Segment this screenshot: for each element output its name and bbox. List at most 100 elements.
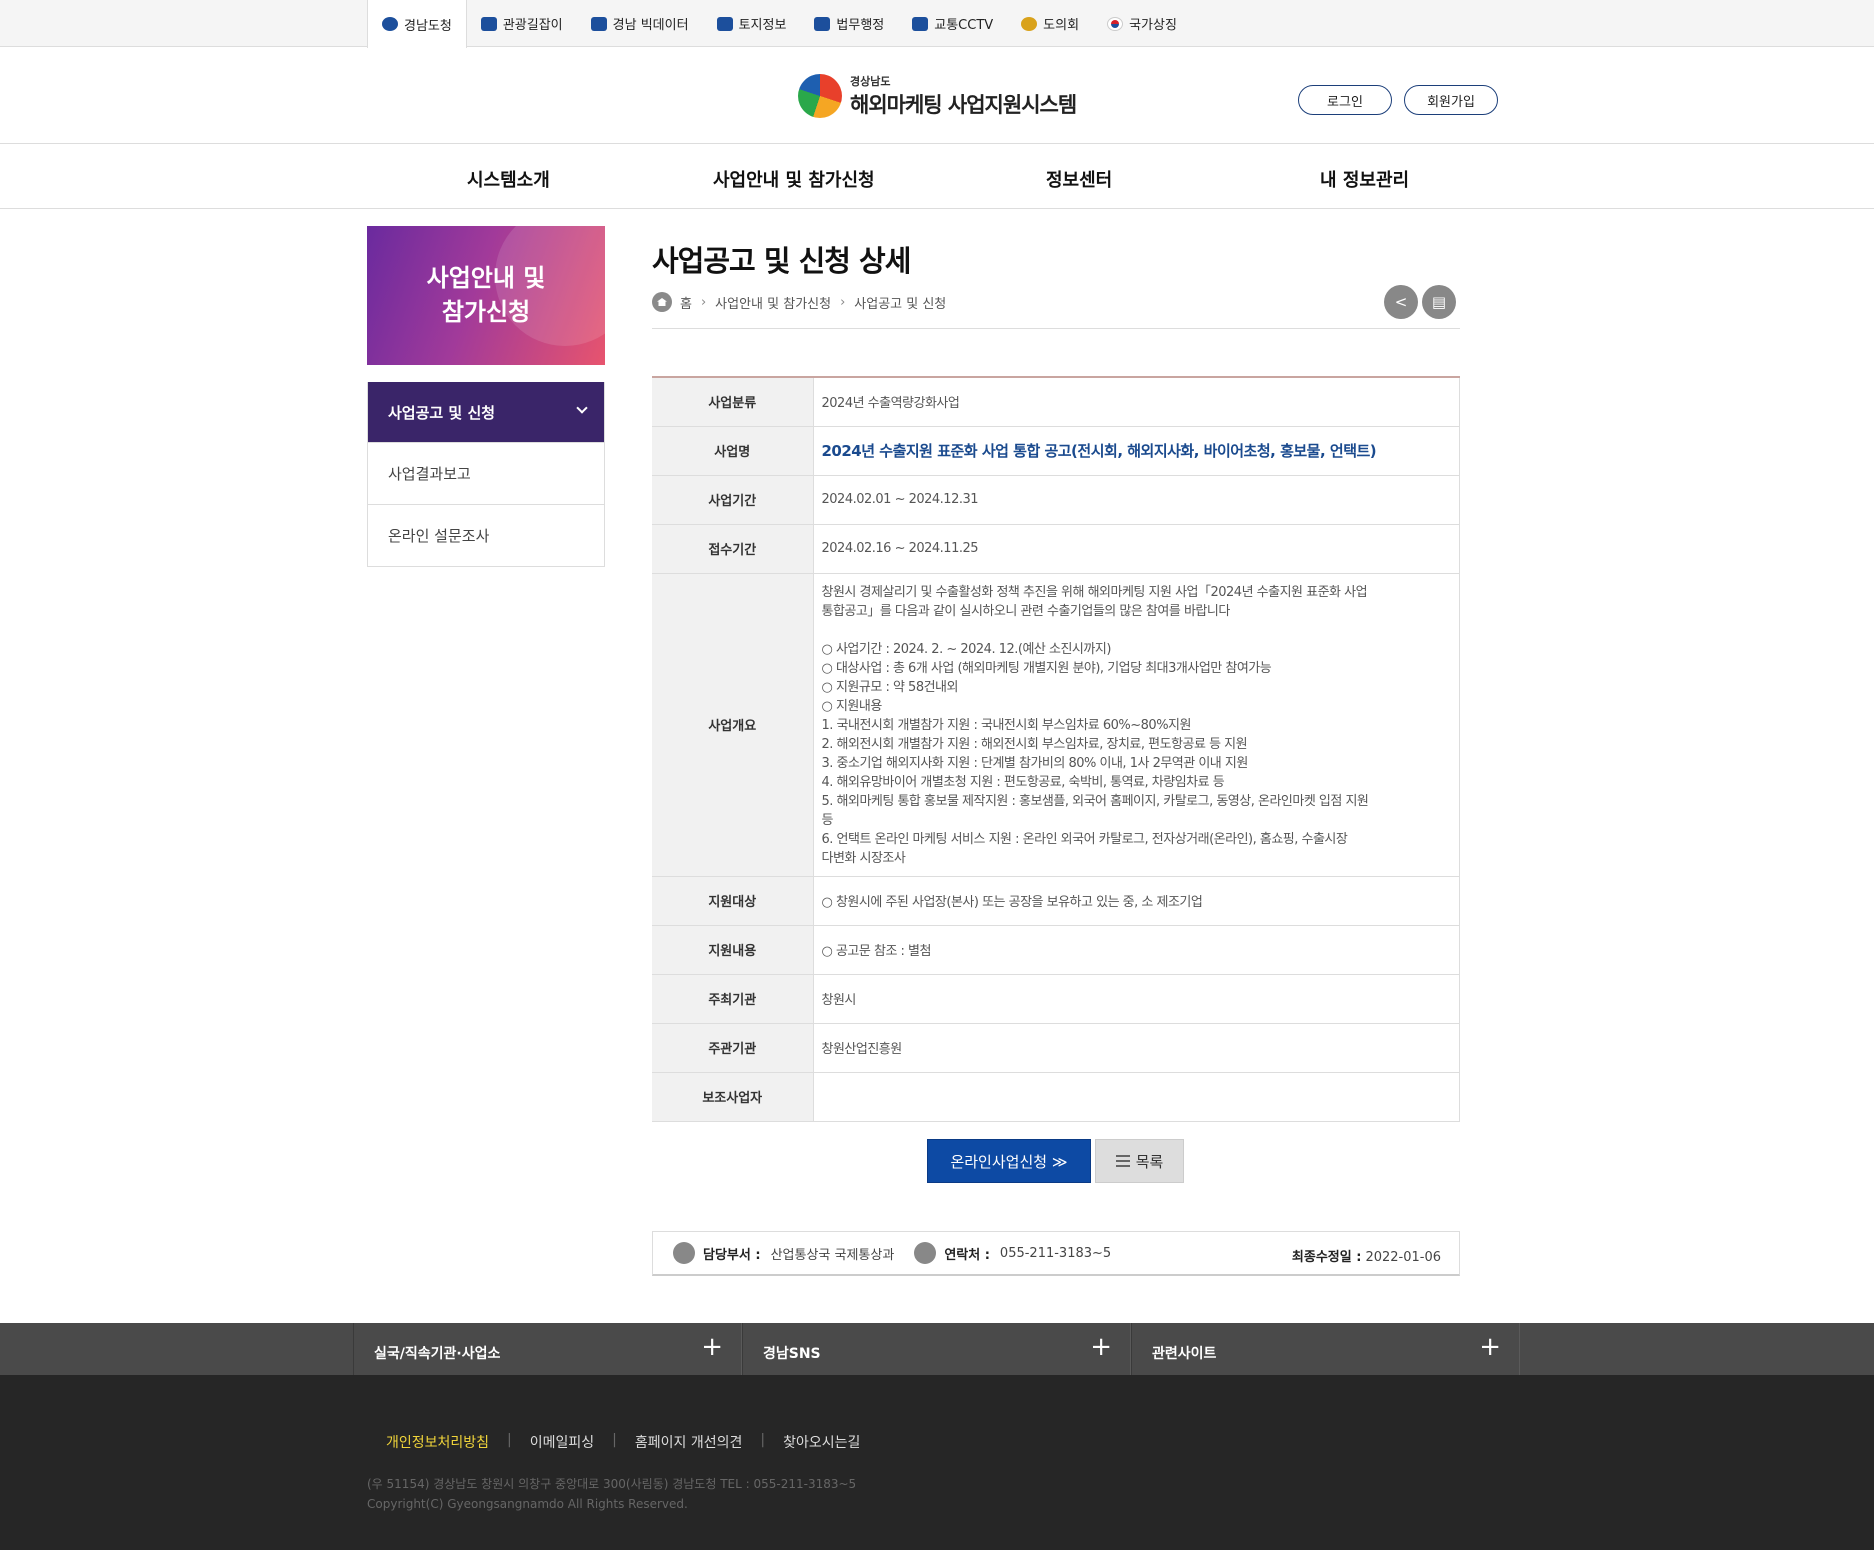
sidebar-item-label: 사업결과보고 xyxy=(388,465,471,483)
row-value-overview: 창원시 경제살리기 및 수출활성화 정책 추진을 위해 해외마케팅 지원 사업「… xyxy=(813,573,1460,877)
logo-subtitle: 경상남도 xyxy=(850,75,891,88)
overview-line: 다변화 시장조사 xyxy=(821,850,906,866)
row-value-organizer: 창원산업진흥원 xyxy=(813,1023,1460,1073)
row-label: 지원대상 xyxy=(652,876,814,926)
topbar-link-land[interactable]: 토지정보 xyxy=(703,0,801,47)
phone-icon xyxy=(914,1242,937,1264)
chevron-down-icon xyxy=(576,402,588,414)
table-row: 사업기간 2024.02.01 ~ 2024.12.31 xyxy=(652,475,1460,525)
overview-line: ○ 대상사업 : 총 6개 사업 (해외마케팅 개별지원 분야), 기업당 최대… xyxy=(821,660,1272,676)
sidebar-item-result-report[interactable]: 사업결과보고 xyxy=(368,442,604,504)
page-title: 사업공고 및 신청 상세 xyxy=(652,244,911,278)
camera-icon xyxy=(480,16,497,31)
nav-item-my-info[interactable]: 내 정보관리 xyxy=(1320,166,1409,192)
row-label: 지원내용 xyxy=(652,925,814,975)
council-icon xyxy=(1021,16,1038,31)
row-label: 보조사업자 xyxy=(652,1072,814,1122)
sidebar-item-online-survey[interactable]: 온라인 설문조사 xyxy=(368,504,604,566)
share-icon[interactable]: < xyxy=(1384,285,1418,319)
sidebar-item-notice-apply[interactable]: 사업공고 및 신청 xyxy=(368,382,604,442)
row-label: 사업분류 xyxy=(652,377,814,427)
print-icon[interactable]: ▤ xyxy=(1422,285,1456,319)
sidebar-item-label: 온라인 설문조사 xyxy=(388,527,490,545)
breadcrumb-current[interactable]: 사업공고 및 신청 xyxy=(854,293,946,312)
car-icon xyxy=(912,16,929,31)
list-button[interactable]: 목록 xyxy=(1095,1139,1184,1183)
chevron-right-icon: › xyxy=(700,294,707,310)
row-label: 사업개요 xyxy=(652,573,814,877)
overview-line: 1. 국내전시회 개별참가 지원 : 국내전시회 부스임차료 60%~80%지원 xyxy=(821,717,1192,733)
row-label: 사업기간 xyxy=(652,475,814,525)
online-apply-button[interactable]: 온라인사업신청 ≫ xyxy=(927,1139,1091,1183)
table-row: 사업명 2024년 수출지원 표준화 사업 통합 공고(전시회, 해외지사화, … xyxy=(652,426,1460,476)
footer-dropdown-label: 실국/직속기관·사업소 xyxy=(374,1346,501,1362)
list-icon xyxy=(1115,1155,1130,1167)
footer-copyright: Copyright(C) Gyeongsangnamdo All Rights … xyxy=(367,1497,688,1511)
footer-dropdown-agencies[interactable]: 실국/직속기관·사업소 + xyxy=(353,1323,742,1375)
footer-address-block: (우 51154) 경상남도 창원시 의창구 중앙대로 300(사림동) 경남도… xyxy=(367,1474,856,1514)
breadcrumb: 홈 › 사업안내 및 참가신청 › 사업공고 및 신청 xyxy=(652,292,946,312)
nav-item-system-intro[interactable]: 시스템소개 xyxy=(467,166,550,192)
dept-label: 담당부서 : xyxy=(703,1247,761,1263)
table-row: 사업개요 창원시 경제살리기 및 수출활성화 정책 추진을 위해 해외마케팅 지… xyxy=(652,573,1460,877)
row-value-reception: 2024.02.16 ~ 2024.11.25 xyxy=(813,524,1460,574)
footer-links: 개인정보처리방침 | 이메일피싱 | 홈페이지 개선의견 | 찾아오시는길 xyxy=(386,1432,878,1452)
footer-dropdown-label: 관련사이트 xyxy=(1152,1346,1217,1362)
sidebar-title-line2: 참가신청 xyxy=(441,298,531,326)
table-row: 주최기관 창원시 xyxy=(652,974,1460,1024)
plus-icon: + xyxy=(1090,1332,1112,1362)
topbar-link-bigdata[interactable]: 경남 빅데이터 xyxy=(577,0,703,47)
signup-button[interactable]: 회원가입 xyxy=(1404,85,1498,115)
dept-value: 산업통상국 국제통상과 xyxy=(770,1247,895,1263)
main-navigation: 시스템소개 사업안내 및 참가신청 정보센터 내 정보관리 xyxy=(0,144,1874,209)
overview-line: ○ 지원규모 : 약 58건내외 xyxy=(821,679,959,695)
home-icon[interactable] xyxy=(652,292,672,312)
bar-chart-icon xyxy=(590,16,607,31)
topbar-link-gyeongnam[interactable]: 경남도청 xyxy=(367,0,467,48)
updated-value: 2022-01-06 xyxy=(1365,1250,1441,1265)
topbar-link-council[interactable]: 도의회 xyxy=(1007,0,1093,47)
topbar-link-legal[interactable]: 법무행정 xyxy=(800,0,898,47)
overview-line: 2. 해외전시회 개별참가 지원 : 해외전시회 부스임차료, 장치료, 편도항… xyxy=(821,736,1248,752)
sidebar-item-label: 사업공고 및 신청 xyxy=(388,403,496,422)
plus-icon: + xyxy=(701,1332,723,1362)
footer-divider: | xyxy=(760,1432,766,1448)
breadcrumb-home[interactable]: 홈 xyxy=(680,293,692,312)
row-value-category: 2024년 수출역량강화사업 xyxy=(813,377,1460,427)
breadcrumb-section[interactable]: 사업안내 및 참가신청 xyxy=(715,293,831,312)
overview-line: 등 xyxy=(821,812,834,828)
gyeongnam-logo-icon xyxy=(382,17,398,31)
department-icon xyxy=(673,1242,695,1264)
sidebar-hero: 사업안내 및 참가신청 xyxy=(367,226,605,365)
row-value-sub-operator xyxy=(813,1072,1460,1122)
logo-mark-icon xyxy=(798,74,842,118)
overview-line: 통합공고」를 다음과 같이 실시하오니 관련 수출기업들의 많은 참여를 바랍니… xyxy=(821,603,1231,619)
topbar-link-cctv[interactable]: 교통CCTV xyxy=(898,0,1007,47)
footer-dropdown-sns[interactable]: 경남SNS + xyxy=(742,1323,1131,1375)
table-row: 지원대상 ○ 창원시에 주된 사업장(본사) 또는 공장을 보유하고 있는 중,… xyxy=(652,876,1460,926)
login-button[interactable]: 로그인 xyxy=(1298,85,1392,115)
nav-item-info-center[interactable]: 정보센터 xyxy=(1046,166,1112,192)
footer-link-feedback[interactable]: 홈페이지 개선의견 xyxy=(635,1432,743,1452)
footer-dropdown-related[interactable]: 관련사이트 + xyxy=(1131,1323,1520,1375)
footer-link-phishing[interactable]: 이메일피싱 xyxy=(530,1432,594,1452)
sidebar-title-line1: 사업안내 및 xyxy=(426,264,546,292)
chevron-right-icon: › xyxy=(840,294,846,310)
topbar-link-tour[interactable]: 관광길잡이 xyxy=(467,0,577,47)
footer-link-directions[interactable]: 찾아오시는길 xyxy=(783,1432,860,1452)
row-value-target: ○ 창원시에 주된 사업장(본사) 또는 공장을 보유하고 있는 중, 소 제조… xyxy=(813,876,1460,926)
row-value-business-name: 2024년 수출지원 표준화 사업 통합 공고(전시회, 해외지사화, 바이어초… xyxy=(813,426,1460,476)
site-logo[interactable]: 경상남도 해외마케팅 사업지원시스템 xyxy=(798,73,1077,119)
header-divider xyxy=(652,328,1460,329)
overview-line xyxy=(822,621,1452,640)
footer-divider: | xyxy=(507,1432,512,1448)
overview-line: ○ 지원내용 xyxy=(821,698,883,714)
site-header: 경상남도 해외마케팅 사업지원시스템 로그인 회원가입 xyxy=(0,47,1874,144)
topbar-link-symbol[interactable]: 국가상징 xyxy=(1093,0,1191,47)
overview-line: 4. 해외유망바이어 개별초청 지원 : 편도항공료, 숙박비, 통역료, 차량… xyxy=(821,774,1225,790)
footer-link-privacy[interactable]: 개인정보처리방침 xyxy=(386,1432,489,1452)
site-footer: 개인정보처리방침 | 이메일피싱 | 홈페이지 개선의견 | 찾아오시는길 (우… xyxy=(0,1375,1874,1550)
gavel-icon xyxy=(814,16,831,31)
nav-item-business-apply[interactable]: 사업안내 및 참가신청 xyxy=(713,166,875,192)
table-row: 주관기관 창원산업진흥원 xyxy=(652,1023,1460,1073)
